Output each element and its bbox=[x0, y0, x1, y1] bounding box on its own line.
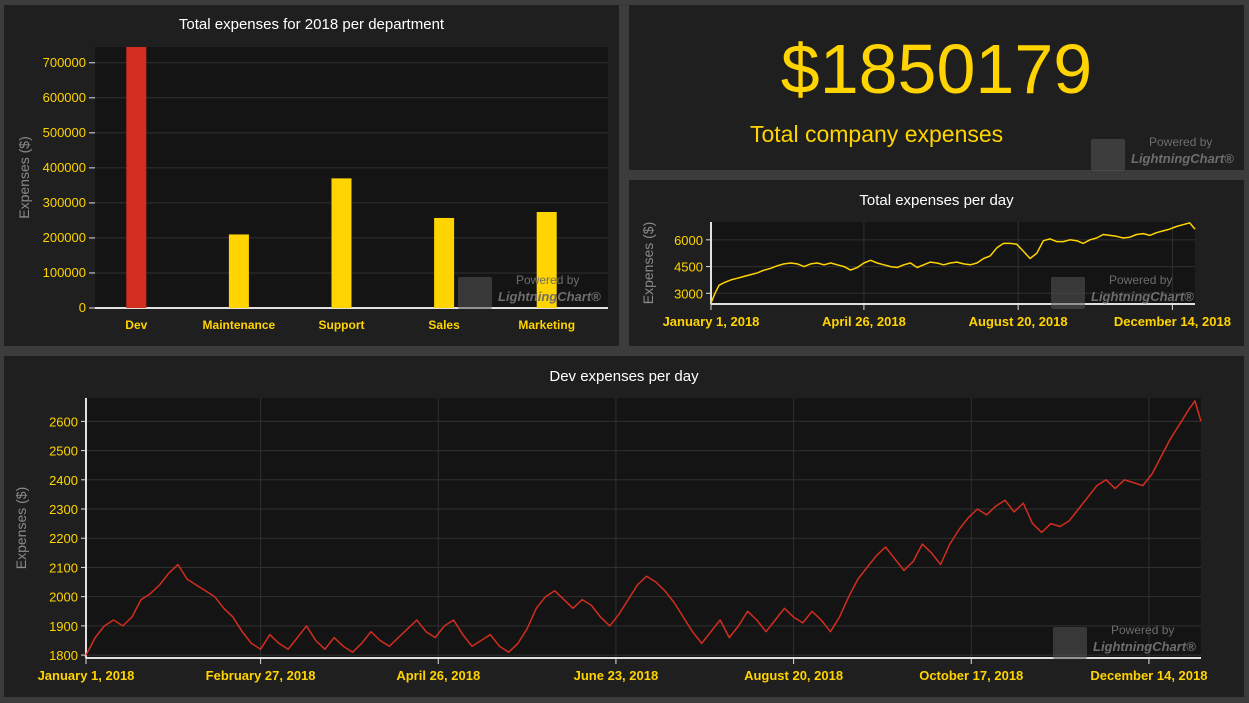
powered-by-label: Powered by bbox=[516, 273, 580, 287]
y-tick-label: 1800 bbox=[49, 648, 78, 663]
total-per-day-panel: Total expenses per day 3000 4500 6000 Janua… bbox=[629, 180, 1244, 346]
y-tick-label: 300000 bbox=[43, 195, 86, 210]
y-tick-label: 2300 bbox=[49, 502, 78, 517]
y-tick-label: 2000 bbox=[49, 590, 78, 605]
x-tick-label: Support bbox=[319, 318, 365, 332]
y-tick-label: 700000 bbox=[43, 55, 86, 70]
y-tick-label: 200000 bbox=[43, 230, 86, 245]
x-tick-label: August 20, 2018 bbox=[744, 668, 843, 683]
x-tick-label: January 1, 2018 bbox=[663, 314, 760, 329]
y-axis-label: Expenses ($) bbox=[16, 136, 32, 218]
y-tick-label: 2100 bbox=[49, 560, 78, 575]
bar-support bbox=[331, 178, 352, 308]
x-tick-label: Dev bbox=[125, 318, 147, 332]
y-tick-label: 2500 bbox=[49, 444, 78, 459]
x-tick-label: February 27, 2018 bbox=[206, 668, 316, 683]
x-tick-label: August 20, 2018 bbox=[969, 314, 1068, 329]
brand-name-label: LightningChart® bbox=[1093, 639, 1196, 654]
lightningchart-logo-icon bbox=[1091, 139, 1125, 171]
y-tick-label: 2400 bbox=[49, 473, 78, 488]
x-tick-label: April 26, 2018 bbox=[822, 314, 906, 329]
x-tick-label: Maintenance bbox=[203, 318, 276, 332]
brand-name-label: LightningChart® bbox=[498, 289, 601, 304]
lightningchart-watermark: Powered by LightningChart® bbox=[1051, 273, 1211, 315]
y-tick-label: 2600 bbox=[49, 414, 78, 429]
y-tick-label: 100000 bbox=[43, 265, 86, 280]
y-axis-label: Expenses ($) bbox=[13, 487, 29, 569]
lightningchart-logo-icon bbox=[1053, 627, 1087, 659]
dev-per-day-panel: Dev expenses per day 1800 1900 2000 2100 220… bbox=[4, 356, 1244, 697]
department-bar-panel: Total expenses for 2018 per department 0… bbox=[4, 5, 619, 346]
lightningchart-watermark: Powered by LightningChart® bbox=[1053, 623, 1213, 665]
x-tick-label: December 14, 2018 bbox=[1114, 314, 1231, 329]
x-tick-label: June 23, 2018 bbox=[574, 668, 659, 683]
y-tick-label: 4500 bbox=[674, 260, 703, 275]
kpi-panel: $1850179 Total company expenses Powered … bbox=[629, 5, 1244, 171]
y-tick-label: 1900 bbox=[49, 619, 78, 634]
total-line-chart: 3000 4500 6000 January 1, 2018 April 26, 201… bbox=[640, 222, 1231, 329]
lightningchart-logo-icon bbox=[458, 277, 492, 309]
x-tick-label: Marketing bbox=[518, 318, 575, 332]
lightningchart-watermark: Powered by LightningChart® bbox=[1091, 135, 1249, 177]
lightningchart-logo-icon bbox=[1051, 277, 1085, 309]
y-tick-label: 3000 bbox=[674, 286, 703, 301]
x-tick-label: April 26, 2018 bbox=[396, 668, 480, 683]
y-tick-label: 600000 bbox=[43, 90, 86, 105]
y-tick-label: 6000 bbox=[674, 233, 703, 248]
bar-dev bbox=[126, 47, 147, 308]
lightningchart-watermark: Powered by LightningChart® bbox=[458, 273, 618, 315]
bar-maintenance bbox=[228, 234, 249, 308]
brand-name-label: LightningChart® bbox=[1131, 151, 1234, 166]
powered-by-label: Powered by bbox=[1111, 623, 1175, 637]
y-tick-label: 2200 bbox=[49, 531, 78, 546]
y-tick-label: 0 bbox=[79, 300, 86, 315]
total-expenses-caption: Total company expenses bbox=[750, 121, 1004, 147]
plot-area bbox=[86, 398, 1201, 658]
powered-by-label: Powered by bbox=[1149, 135, 1213, 149]
x-tick-label: October 17, 2018 bbox=[919, 668, 1023, 683]
brand-name-label: LightningChart® bbox=[1091, 289, 1194, 304]
y-tick-label: 400000 bbox=[43, 160, 86, 175]
y-tick-label: 500000 bbox=[43, 125, 86, 140]
total-expenses-value: $1850179 bbox=[780, 30, 1093, 108]
x-tick-label: January 1, 2018 bbox=[38, 668, 135, 683]
powered-by-label: Powered by bbox=[1109, 273, 1173, 287]
x-tick-label: Sales bbox=[428, 318, 460, 332]
y-axis-label: Expenses ($) bbox=[640, 222, 656, 304]
bar-sales bbox=[434, 217, 455, 308]
x-tick-label: December 14, 2018 bbox=[1090, 668, 1207, 683]
